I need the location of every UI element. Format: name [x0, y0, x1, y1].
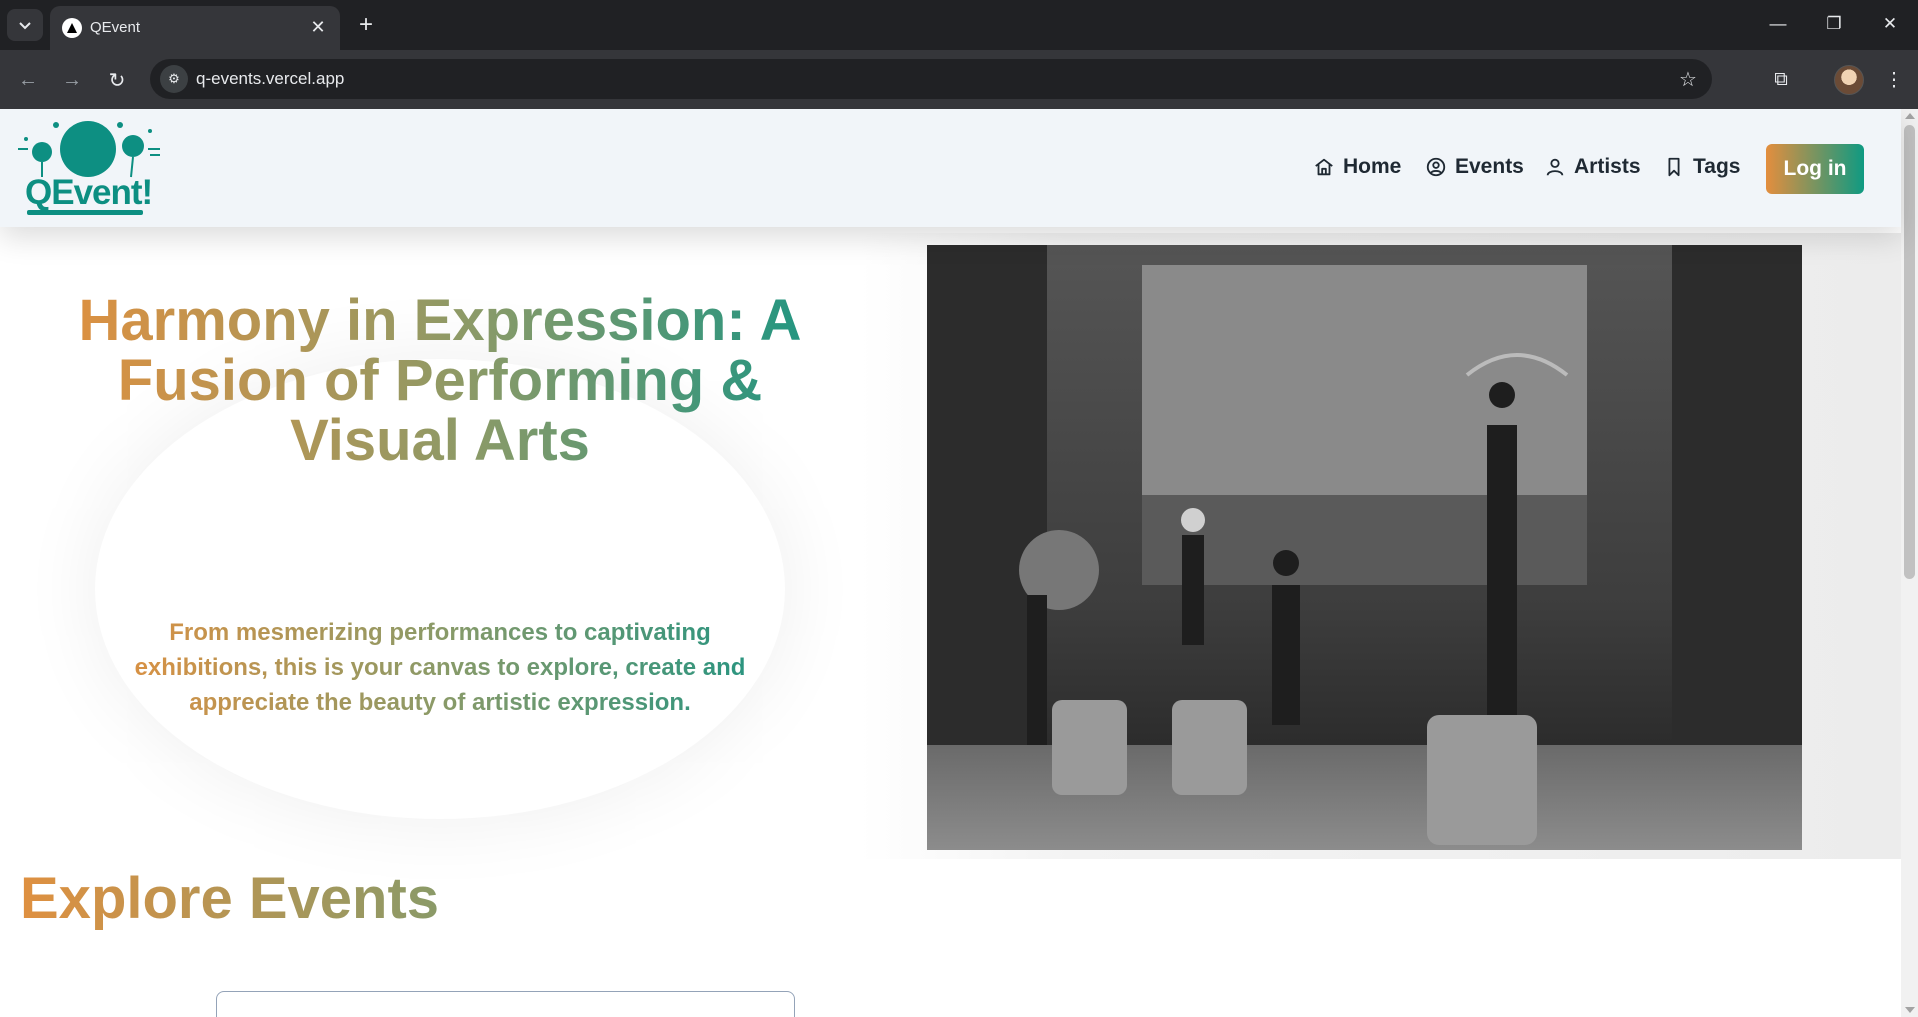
- browser-menu-icon[interactable]: ⋮: [1878, 64, 1910, 96]
- site-settings-icon[interactable]: ⚙: [160, 65, 188, 93]
- events-card[interactable]: [216, 991, 795, 1017]
- tab-search-chevron-icon[interactable]: [7, 9, 43, 41]
- reload-icon[interactable]: ↻: [101, 64, 133, 96]
- page-viewport: QEvent! Home Events Artists Tags Log in …: [0, 109, 1918, 1017]
- nav-home-label: Home: [1343, 155, 1402, 178]
- browser-tab[interactable]: QEvent ✕: [50, 6, 340, 50]
- nav-artists[interactable]: Artists: [1544, 149, 1641, 185]
- browser-toolbar: ← → ↻ ⚙ q-events.vercel.app ☆ ⧉ ⋮: [0, 50, 1918, 109]
- login-button[interactable]: Log in: [1766, 144, 1864, 194]
- favicon-icon: [62, 18, 82, 38]
- scroll-down-icon[interactable]: [1905, 1007, 1915, 1013]
- explore-events-heading: Explore Events: [20, 866, 440, 931]
- browser-tab-bar: QEvent ✕ + — ❐ ✕: [0, 0, 1918, 50]
- logo-text: QEvent!: [25, 173, 153, 212]
- nav-artists-label: Artists: [1574, 155, 1641, 178]
- url-text[interactable]: q-events.vercel.app: [196, 69, 344, 89]
- tab-title: QEvent: [90, 19, 141, 36]
- hero-title: Harmony in Expression: A Fusion of Perfo…: [60, 291, 820, 471]
- page-scrollbar[interactable]: [1901, 109, 1918, 1017]
- extensions-icon[interactable]: ⧉: [1765, 64, 1797, 96]
- forward-icon[interactable]: →: [56, 64, 88, 96]
- nav-events[interactable]: Events: [1425, 149, 1524, 185]
- bookmark-icon: [1668, 157, 1680, 177]
- scroll-up-icon[interactable]: [1905, 113, 1915, 119]
- restore-icon[interactable]: ❐: [1814, 10, 1854, 38]
- logo-underline: [27, 210, 143, 215]
- user-icon: [1546, 158, 1564, 176]
- hero-image: [927, 245, 1802, 850]
- close-tab-icon[interactable]: ✕: [306, 15, 330, 39]
- window-close-icon[interactable]: ✕: [1870, 10, 1910, 38]
- nav-tags[interactable]: Tags: [1663, 149, 1740, 185]
- profile-avatar[interactable]: [1834, 65, 1864, 95]
- scroll-thumb[interactable]: [1904, 125, 1915, 579]
- nav-tags-label: Tags: [1693, 155, 1741, 178]
- address-bar[interactable]: ⚙ q-events.vercel.app ☆: [150, 59, 1712, 99]
- minimize-icon[interactable]: —: [1758, 10, 1798, 38]
- user-circle-icon: [1426, 157, 1446, 177]
- qevent-logo[interactable]: QEvent!: [18, 119, 160, 219]
- back-icon[interactable]: ←: [12, 64, 44, 96]
- nav-home[interactable]: Home: [1313, 149, 1401, 185]
- bookmark-star-icon[interactable]: ☆: [1674, 65, 1702, 93]
- nav-events-label: Events: [1455, 155, 1524, 178]
- hero-subtitle: From mesmerizing performances to captiva…: [100, 615, 780, 720]
- performers-on-stage-image: [927, 245, 1802, 850]
- home-icon: [1315, 158, 1333, 176]
- site-header: QEvent! Home Events Artists Tags Log in: [0, 109, 1901, 227]
- new-tab-icon[interactable]: +: [352, 11, 380, 39]
